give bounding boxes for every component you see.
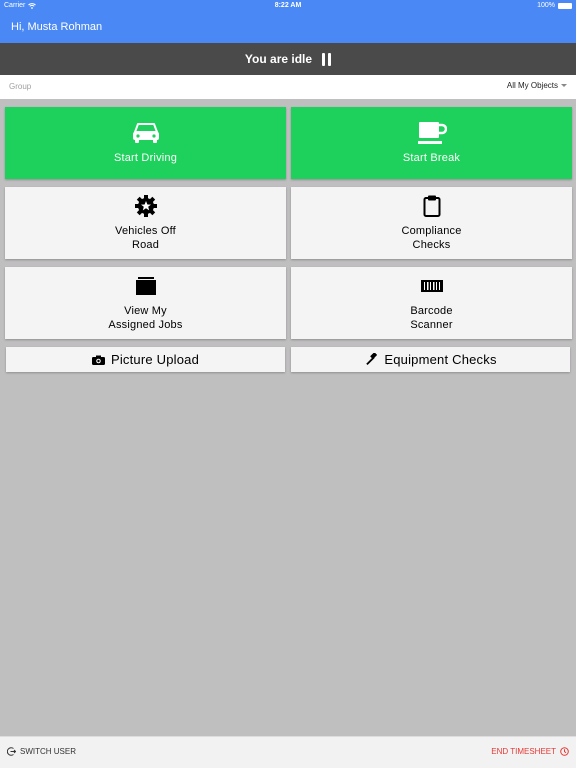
chevron-down-icon [561,84,567,87]
switch-user-label: SWITCH USER [20,747,76,756]
clipboard-icon [423,194,441,218]
end-timesheet-button[interactable]: END TIMESHEET [491,747,569,756]
start-driving-button[interactable]: Start Driving [5,107,286,179]
folder-icon [135,274,157,298]
end-timesheet-label: END TIMESHEET [491,747,556,756]
picture-upload-button[interactable]: Picture Upload [6,347,285,372]
assigned-jobs-button[interactable]: View My Assigned Jobs [5,267,286,339]
clock: 8:22 AM [274,2,302,9]
footer-bar: SWITCH USER END TIMESHEET [0,736,576,768]
vehicles-off-road-button[interactable]: Vehicles Off Road [5,187,286,259]
battery-percent: 100% [537,2,555,9]
car-icon [132,121,160,145]
barcode-icon [420,274,443,298]
pause-icon [322,52,332,66]
logout-icon [7,747,16,756]
camera-icon [91,355,105,365]
equipment-checks-button[interactable]: Equipment Checks [291,347,570,372]
app-header: Hi, Musta Rohman [0,13,576,43]
switch-user-button[interactable]: SWITCH USER [7,747,76,756]
idle-status-text: You are idle [244,52,313,66]
user-greeting: Hi, Musta Rohman [11,21,103,33]
gear-star-icon [134,194,157,218]
compliance-checks-button[interactable]: Compliance Checks [291,187,572,259]
start-driving-label: Start Driving [113,152,178,164]
group-label: Group [9,82,32,91]
assigned-jobs-label: View My Assigned Jobs [108,305,183,331]
equipment-checks-label: Equipment Checks [384,352,497,367]
group-selected-value: All My Objects [506,81,558,90]
coffee-cup-icon [417,121,447,145]
idle-status-bar: You are idle [0,43,576,75]
group-bar: Group All My Objects [0,75,576,99]
vehicles-off-road-label: Vehicles Off Road [115,225,176,251]
battery-icon [558,2,572,9]
battery-info: 100% [537,2,572,9]
start-break-button[interactable]: Start Break [291,107,572,179]
barcode-scanner-label: Barcode Scanner [410,305,453,331]
compliance-checks-label: Compliance Checks [401,225,462,251]
start-break-label: Start Break [402,152,461,164]
barcode-scanner-button[interactable]: Barcode Scanner [291,267,572,339]
group-dropdown[interactable]: All My Objects [507,81,567,90]
status-bar: Carrier 8:22 AM 100% [0,0,576,13]
hammer-icon [366,352,378,365]
picture-upload-label: Picture Upload [110,352,200,367]
clock-icon [560,747,569,756]
